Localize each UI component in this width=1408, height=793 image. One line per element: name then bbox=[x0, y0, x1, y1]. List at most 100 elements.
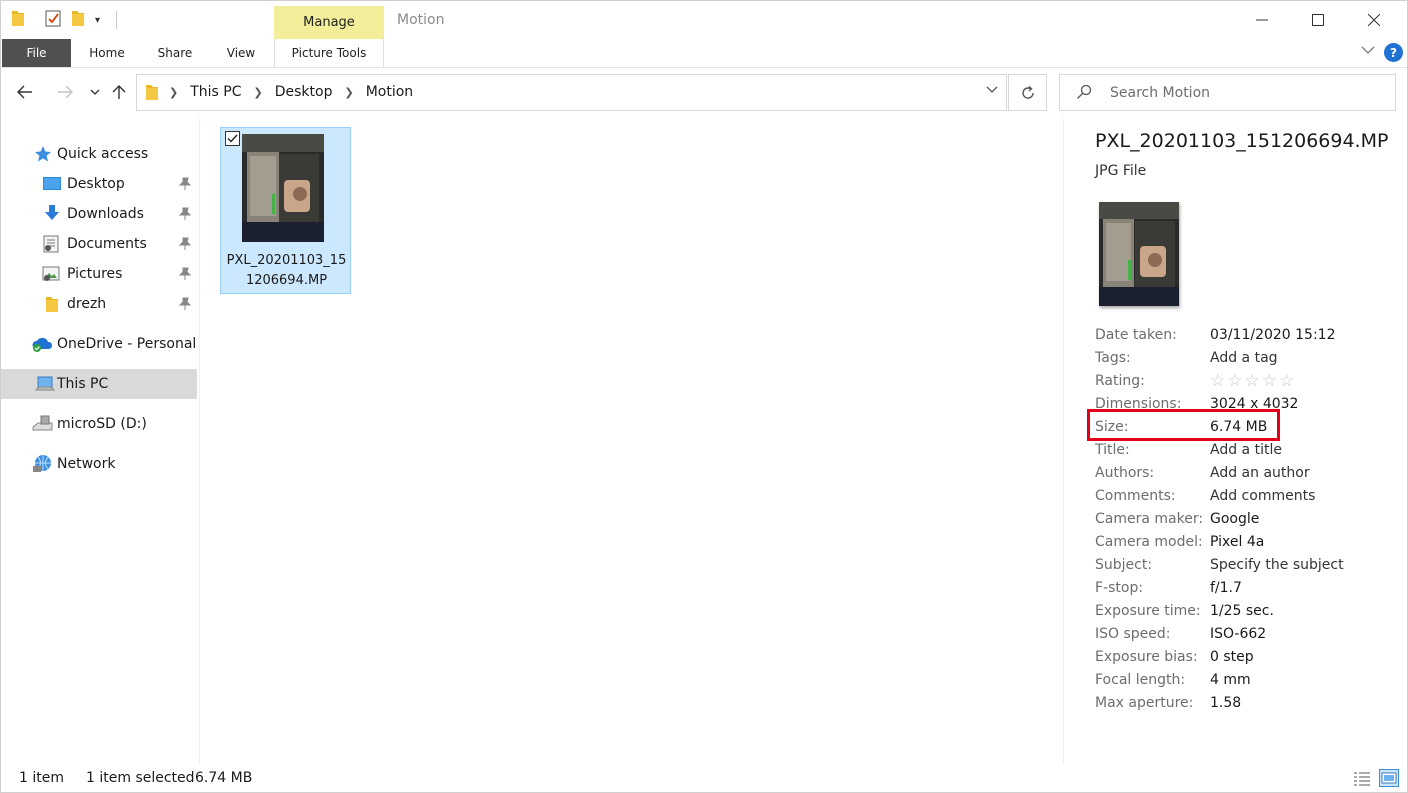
tab-picture-tools[interactable]: Picture Tools bbox=[274, 39, 384, 67]
property-subject: Subject: Specify the subject bbox=[1095, 557, 1395, 580]
sidebar-item-this-pc[interactable]: This PC bbox=[1, 369, 197, 399]
search-box[interactable] bbox=[1059, 74, 1396, 111]
property-value[interactable]: Add comments bbox=[1210, 488, 1315, 504]
explorer-window: ▾ Manage Motion File Home Share View Pic… bbox=[0, 0, 1408, 793]
property-label: Exposure bias: bbox=[1095, 649, 1198, 665]
property-value: f/1.7 bbox=[1210, 580, 1242, 596]
refresh-button[interactable] bbox=[1008, 74, 1047, 111]
property-value: 4 mm bbox=[1210, 672, 1251, 688]
desktop-folder-icon bbox=[42, 175, 61, 193]
chevron-right-icon[interactable]: ❯ bbox=[254, 86, 263, 99]
property-value: 1/25 sec. bbox=[1210, 603, 1274, 619]
property-exposure-bias: Exposure bias: 0 step bbox=[1095, 649, 1395, 672]
sidebar-item-quick-access[interactable]: Quick access bbox=[1, 139, 197, 169]
sidebar-item-network[interactable]: Network bbox=[1, 449, 197, 479]
forward-button[interactable] bbox=[53, 80, 77, 104]
tab-file[interactable]: File bbox=[2, 39, 71, 67]
property-label: Focal length: bbox=[1095, 672, 1186, 688]
refresh-icon bbox=[1021, 85, 1034, 99]
property-value[interactable]: 03/11/2020 15:12 bbox=[1210, 327, 1336, 343]
pin-icon[interactable] bbox=[178, 267, 192, 281]
pane-divider[interactable] bbox=[199, 118, 200, 764]
pin-icon[interactable] bbox=[178, 207, 192, 221]
property-title: Title: Add a title bbox=[1095, 442, 1395, 465]
details-file-type: JPG File bbox=[1095, 163, 1147, 179]
star-outline-icon[interactable]: ☆ bbox=[1279, 371, 1296, 391]
tab-view[interactable]: View bbox=[219, 39, 263, 67]
pin-icon[interactable] bbox=[178, 297, 192, 311]
property-label: Subject: bbox=[1095, 557, 1153, 573]
up-button[interactable] bbox=[107, 80, 131, 104]
star-outline-icon[interactable]: ☆ bbox=[1262, 371, 1279, 391]
details-file-name: PXL_20201103_151206694.MP bbox=[1095, 130, 1389, 152]
sidebar-item-desktop[interactable]: Desktop bbox=[1, 169, 197, 199]
sidebar-item-onedrive[interactable]: OneDrive - Personal bbox=[1, 329, 197, 359]
customize-toolbar-icon[interactable]: ▾ bbox=[95, 15, 100, 26]
star-outline-icon[interactable]: ☆ bbox=[1245, 371, 1262, 391]
sidebar-item-label: Quick access bbox=[57, 146, 149, 162]
property-value: ISO-662 bbox=[1210, 626, 1267, 642]
details-view-button[interactable] bbox=[1352, 769, 1372, 787]
property-value[interactable]: Add a title bbox=[1210, 442, 1282, 458]
sidebar-item-label: Downloads bbox=[67, 206, 144, 222]
property-label: Comments: bbox=[1095, 488, 1176, 504]
property-value[interactable]: Add a tag bbox=[1210, 350, 1278, 366]
pin-icon[interactable] bbox=[178, 237, 192, 251]
property-camera-maker: Camera maker: Google bbox=[1095, 511, 1395, 534]
pictures-icon bbox=[42, 265, 60, 283]
back-arrow-icon bbox=[17, 85, 32, 99]
file-list[interactable]: PXL_20201103_151206694.MP bbox=[201, 118, 1061, 764]
maximize-button[interactable] bbox=[1295, 1, 1341, 39]
address-history-dropdown[interactable] bbox=[986, 84, 998, 97]
breadcrumb-desktop[interactable]: Desktop bbox=[275, 84, 333, 100]
minimize-button[interactable] bbox=[1239, 1, 1285, 39]
chevron-right-icon[interactable]: ❯ bbox=[344, 86, 353, 99]
new-folder-icon[interactable] bbox=[71, 9, 85, 31]
manage-context-tab[interactable]: Manage bbox=[274, 6, 384, 39]
back-button[interactable] bbox=[13, 80, 37, 104]
up-arrow-icon bbox=[112, 85, 126, 99]
sidebar-item-downloads[interactable]: Downloads bbox=[1, 199, 197, 229]
property-date-taken: Date taken: 03/11/2020 15:12 bbox=[1095, 327, 1395, 350]
tab-share[interactable]: Share bbox=[151, 39, 199, 67]
address-bar[interactable]: ❯ This PC ❯ Desktop ❯ Motion bbox=[136, 74, 1007, 111]
tab-home[interactable]: Home bbox=[81, 39, 133, 67]
sidebar-item-microsd[interactable]: microSD (D:) bbox=[1, 409, 197, 439]
folder-icon bbox=[45, 295, 63, 313]
star-outline-icon[interactable]: ☆ bbox=[1210, 371, 1227, 391]
sidebar-item-documents[interactable]: Documents bbox=[1, 229, 197, 259]
item-checkbox[interactable] bbox=[225, 131, 240, 146]
title-bar: ▾ Manage Motion bbox=[1, 1, 1407, 39]
rating-stars[interactable]: ☆☆☆☆☆ bbox=[1210, 371, 1296, 391]
breadcrumb-motion[interactable]: Motion bbox=[366, 84, 413, 100]
property-value[interactable]: Pixel 4a bbox=[1210, 534, 1264, 550]
item-count: 1 item bbox=[19, 770, 64, 786]
sidebar-item-pictures[interactable]: Pictures bbox=[1, 259, 197, 289]
properties-icon[interactable] bbox=[45, 10, 61, 31]
network-icon bbox=[32, 454, 51, 472]
property-value[interactable]: Add an author bbox=[1210, 465, 1310, 481]
property-label: Camera model: bbox=[1095, 534, 1203, 550]
property-label: Tags: bbox=[1095, 350, 1131, 366]
property-rating: Rating: ☆☆☆☆☆ bbox=[1095, 371, 1395, 396]
pin-icon[interactable] bbox=[178, 177, 192, 191]
file-item[interactable]: PXL_20201103_151206694.MP bbox=[220, 127, 351, 294]
search-input[interactable] bbox=[1110, 82, 1380, 104]
help-icon[interactable]: ? bbox=[1384, 43, 1403, 62]
documents-icon bbox=[42, 235, 60, 253]
close-button[interactable] bbox=[1351, 1, 1397, 39]
image-thumbnail bbox=[242, 134, 324, 242]
property-authors: Authors: Add an author bbox=[1095, 465, 1395, 488]
quick-access-toolbar: ▾ bbox=[11, 9, 118, 31]
property-value[interactable]: Google bbox=[1210, 511, 1259, 527]
property-max-aperture: Max aperture: 1.58 bbox=[1095, 695, 1395, 718]
breadcrumb-this-pc[interactable]: This PC bbox=[190, 84, 241, 100]
large-icons-view-button[interactable] bbox=[1379, 769, 1399, 787]
sidebar-item-label: microSD (D:) bbox=[57, 416, 147, 432]
property-value[interactable]: Specify the subject bbox=[1210, 557, 1344, 573]
sidebar-item-drezh[interactable]: drezh bbox=[1, 289, 197, 319]
recent-locations-button[interactable] bbox=[83, 80, 107, 104]
star-outline-icon[interactable]: ☆ bbox=[1227, 371, 1244, 391]
chevron-right-icon[interactable]: ❯ bbox=[169, 86, 178, 99]
expand-ribbon-icon[interactable] bbox=[1361, 45, 1375, 59]
